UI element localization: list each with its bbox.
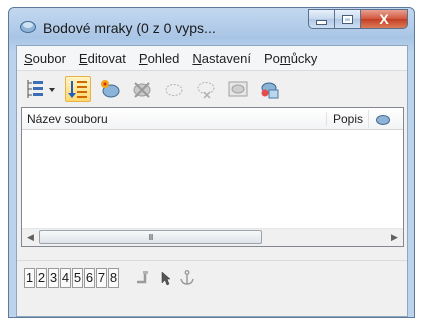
menu-editovat-hotkey: E	[78, 50, 88, 66]
menu-pohled-hotkey: P	[138, 50, 148, 66]
number-button-3[interactable]: 3	[48, 267, 59, 288]
toolbar	[17, 71, 407, 106]
cloud-outline-delete-icon	[197, 81, 215, 99]
menu-pomucky-label: ůcky	[290, 50, 318, 66]
add-point-cloud-button[interactable]	[97, 76, 123, 102]
cursor-arrow-icon	[161, 270, 171, 285]
menu-soubor-label: oubor	[32, 50, 66, 66]
cloud-properties-button[interactable]	[257, 76, 283, 102]
sort-list-button[interactable]	[65, 75, 91, 102]
cloud-frame-icon	[228, 81, 248, 96]
menu-pomucky-prefix: Po	[263, 50, 280, 66]
menu-nastaveni-hotkey: N	[192, 50, 202, 66]
maximize-icon	[342, 14, 353, 24]
menu-pohled[interactable]: Pohled	[132, 51, 185, 66]
add-cloud-icon	[101, 79, 120, 97]
bottom-toolbar: 1 2 3 4 5 6 7 8	[17, 260, 407, 294]
scroll-grip: III	[148, 232, 154, 242]
cloud-properties-icon	[261, 82, 279, 98]
number-button-4[interactable]: 4	[60, 267, 71, 288]
app-window: Bodové mraky (0 z 0 vyps... X Soubor Edi…	[8, 7, 415, 318]
cloud-outline-button[interactable]	[161, 76, 187, 102]
horizontal-scrollbar[interactable]: ◀ III ▶	[22, 228, 403, 246]
anchor-icon	[180, 269, 194, 285]
scroll-left-icon[interactable]: ◀	[22, 229, 39, 246]
number-button-5[interactable]: 5	[72, 267, 83, 288]
remove-cloud-icon	[133, 81, 151, 98]
menu-pomucky[interactable]: Pomůcky	[257, 51, 323, 66]
point-cloud-icon	[19, 18, 37, 34]
pipe-tool-button[interactable]	[132, 267, 154, 289]
tree-view-dropdown-button[interactable]	[23, 76, 59, 102]
list-header: Název souboru Popis	[22, 108, 403, 130]
menu-bar: Soubor Editovat Pohled Nastavení Pomůcky	[17, 46, 407, 71]
column-header-filename[interactable]: Název souboru	[27, 112, 108, 126]
window-title: Bodové mraky (0 z 0 vyps...	[43, 20, 216, 36]
menu-editovat-label: ditovat	[87, 50, 126, 66]
menu-nastaveni-label: astavení	[201, 50, 251, 66]
menu-nastaveni[interactable]: Nastavení	[185, 51, 257, 66]
pointer-tool-button[interactable]	[154, 267, 176, 289]
cloud-outline-delete-button[interactable]	[193, 76, 219, 102]
minimize-icon	[316, 19, 327, 25]
caption-buttons: X	[308, 9, 408, 30]
number-button-2[interactable]: 2	[36, 267, 47, 288]
maximize-button[interactable]	[335, 9, 361, 29]
remove-point-cloud-button[interactable]	[129, 76, 155, 102]
menu-pomucky-hotkey: m	[279, 50, 291, 66]
scroll-thumb[interactable]: III	[39, 230, 262, 244]
menu-pohled-label: ohled	[147, 50, 180, 66]
tree-list-icon	[27, 79, 55, 98]
cloud-outline-icon	[165, 83, 183, 96]
number-button-6[interactable]: 6	[84, 267, 95, 288]
title-bar[interactable]: Bodové mraky (0 z 0 vyps... X	[9, 8, 414, 44]
number-button-8[interactable]: 8	[108, 267, 119, 288]
client-area: Soubor Editovat Pohled Nastavení Pomůcky	[16, 45, 408, 317]
menu-soubor-hotkey: S	[24, 50, 33, 66]
minimize-button[interactable]	[308, 9, 335, 29]
column-header-description[interactable]: Popis	[325, 112, 363, 126]
close-button[interactable]: X	[361, 9, 408, 29]
close-icon: X	[379, 11, 389, 27]
anchor-tool-button[interactable]	[176, 267, 198, 289]
cloud-column-icon	[376, 115, 390, 125]
file-list[interactable]: Název souboru Popis ◀ III ▶	[21, 107, 404, 247]
menu-soubor[interactable]: Soubor	[17, 51, 72, 66]
cloud-frame-button[interactable]	[225, 76, 251, 102]
pipe-icon	[137, 270, 148, 283]
number-button-7[interactable]: 7	[96, 267, 107, 288]
column-header-cloud[interactable]	[368, 110, 397, 128]
menu-editovat[interactable]: Editovat	[72, 51, 132, 66]
number-button-1[interactable]: 1	[24, 267, 35, 288]
scroll-right-icon[interactable]: ▶	[386, 229, 403, 246]
sorted-list-icon	[68, 80, 87, 98]
